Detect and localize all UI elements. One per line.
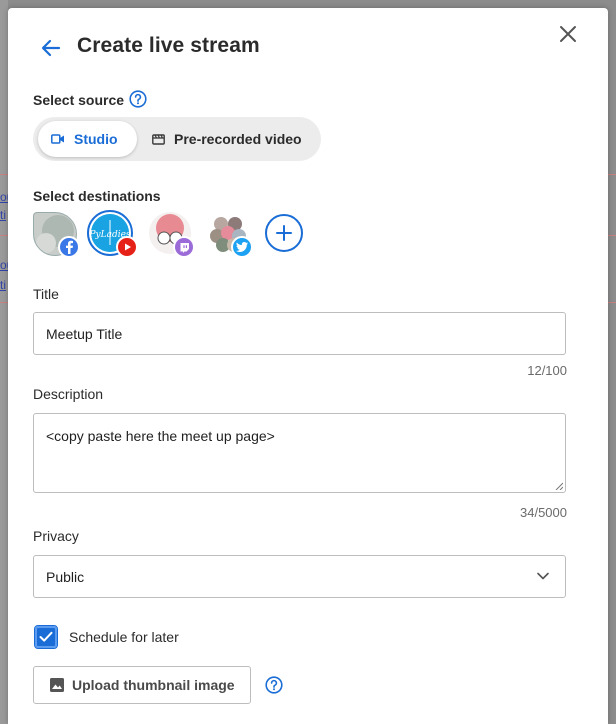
source-option-label: Pre-recorded video xyxy=(174,131,302,147)
schedule-label[interactable]: Schedule for later xyxy=(69,629,179,645)
checkmark-icon xyxy=(39,631,53,642)
background-divider xyxy=(608,302,616,303)
arrow-left-icon xyxy=(41,39,61,57)
image-icon xyxy=(50,678,64,692)
destination-youtube[interactable]: PyLadies xyxy=(87,210,138,258)
background-link: ti xyxy=(0,278,6,292)
title-input[interactable]: Meetup Title xyxy=(33,312,566,355)
background-divider xyxy=(0,235,8,236)
thumbnail-help-icon[interactable] xyxy=(265,676,283,694)
destination-facebook[interactable] xyxy=(33,212,80,258)
youtube-icon xyxy=(116,236,138,258)
background-link: ou xyxy=(0,190,8,204)
title-char-counter: 12/100 xyxy=(527,363,567,378)
background-divider xyxy=(0,174,8,175)
schedule-checkbox[interactable] xyxy=(34,625,58,649)
dialog-title: Create live stream xyxy=(77,34,260,57)
destination-twitter[interactable] xyxy=(207,212,253,258)
destination-twitch[interactable] xyxy=(149,212,195,258)
description-text: <copy paste here the meet up page> xyxy=(46,428,275,444)
chevron-down-icon xyxy=(537,572,549,580)
privacy-select[interactable]: Public xyxy=(33,555,566,598)
close-button[interactable] xyxy=(556,22,580,46)
title-label: Title xyxy=(33,286,59,302)
privacy-selected-value: Public xyxy=(46,569,85,585)
background-divider xyxy=(608,235,616,236)
plus-icon xyxy=(276,225,292,241)
resize-handle-icon[interactable] xyxy=(555,482,563,490)
close-icon xyxy=(560,26,576,42)
twitch-icon xyxy=(173,236,195,258)
description-label: Description xyxy=(33,386,104,402)
source-help-icon[interactable] xyxy=(129,90,147,108)
upload-thumbnail-label: Upload thumbnail image xyxy=(72,677,235,693)
film-icon xyxy=(152,134,165,145)
source-option-pre-recorded[interactable]: Pre-recorded video xyxy=(145,121,315,157)
description-char-counter: 34/5000 xyxy=(520,505,567,520)
description-textarea[interactable]: <copy paste here the meet up page> xyxy=(33,413,566,493)
upload-thumbnail-button[interactable]: Upload thumbnail image xyxy=(33,666,251,704)
source-toggle: Studio Pre-recorded video xyxy=(33,117,321,161)
select-source-label: Select source xyxy=(33,92,125,108)
background-link: ti xyxy=(0,208,6,222)
background-link: ou xyxy=(0,258,8,272)
create-live-stream-dialog: Create live stream Select source Studio xyxy=(8,8,608,724)
back-button[interactable] xyxy=(38,35,64,61)
video-camera-icon xyxy=(51,134,64,144)
select-destinations-label: Select destinations xyxy=(33,188,161,204)
background-divider xyxy=(608,174,616,175)
privacy-label: Privacy xyxy=(33,528,79,544)
background-page xyxy=(0,0,8,724)
source-option-studio[interactable]: Studio xyxy=(38,121,137,157)
twitter-icon xyxy=(231,236,253,258)
facebook-icon xyxy=(58,236,80,258)
background-divider xyxy=(0,302,8,303)
source-option-label: Studio xyxy=(74,131,118,147)
add-destination-button[interactable] xyxy=(265,214,303,252)
